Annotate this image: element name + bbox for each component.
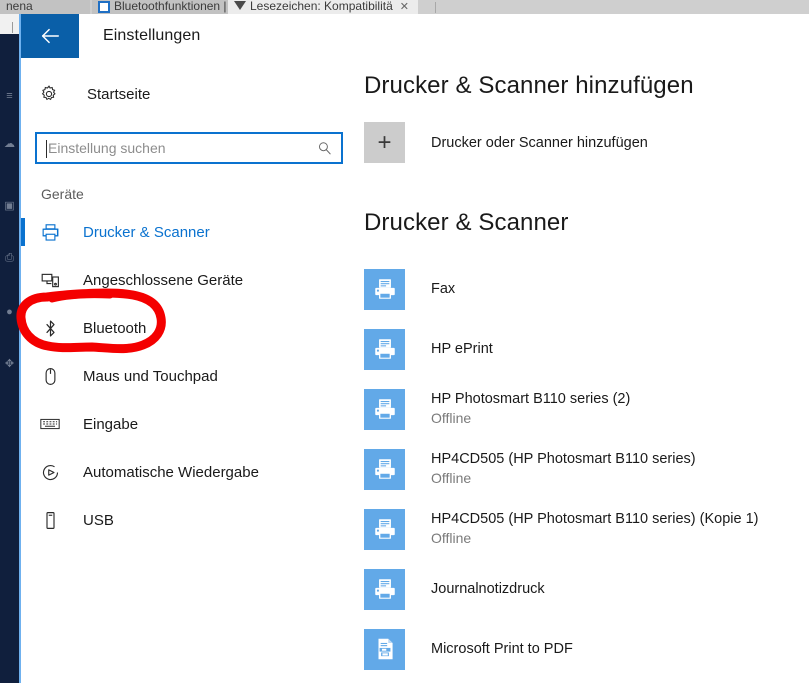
printer-tile-icon: [364, 388, 405, 430]
list-item[interactable]: HP ePrint: [364, 319, 809, 379]
back-arrow-icon: [41, 28, 59, 44]
list-item-text: Fax: [431, 280, 455, 299]
close-icon[interactable]: ✕: [400, 0, 409, 13]
list-item[interactable]: HP Photosmart B110 series (2) Offline: [364, 379, 809, 439]
list-item[interactable]: Microsoft Print to PDF: [364, 619, 809, 679]
page-title: Einstellungen: [103, 27, 201, 44]
bookmark-page-icon: [234, 1, 246, 13]
add-printer-heading: Drucker & Scanner hinzufügen: [364, 72, 694, 99]
back-button[interactable]: [21, 14, 79, 58]
sidebar-item-usb[interactable]: USB: [21, 496, 357, 544]
plus-icon: +: [364, 122, 405, 163]
list-item-text: Microsoft Print to PDF: [431, 640, 573, 659]
connected-devices-icon: [39, 269, 61, 291]
search-input[interactable]: [37, 134, 341, 162]
main-content: Drucker & Scanner hinzufügen + Drucker o…: [357, 58, 809, 683]
sidebar-section-label: Geräte: [41, 186, 84, 202]
bluetooth-icon: [39, 317, 61, 339]
browser-tab-strip: nena Bluetoothfunktionen | Wi... ✕ Lesez…: [0, 0, 809, 14]
device-name: HP ePrint: [431, 340, 493, 357]
browser-tab-partial-label: nena: [6, 0, 33, 13]
search-box[interactable]: [35, 132, 343, 164]
browser-tab-bookmarks-label: Lesezeichen: Kompatibilitä: [250, 0, 393, 13]
device-name: HP Photosmart B110 series (2): [431, 391, 631, 407]
sidebar-item-bluetooth[interactable]: Bluetooth: [21, 304, 357, 352]
menu-icon[interactable]: ≡: [3, 90, 16, 103]
background-app-rail: ≡ ☁ ▣ ⎙ ● ✥: [0, 14, 19, 683]
sidebar-item-usb-label: USB: [83, 511, 114, 529]
sidebar-item-printers-scanners-label: Drucker & Scanner: [83, 223, 210, 241]
list-item-text: HP ePrint: [431, 340, 493, 359]
browser-tab-partial[interactable]: nena: [0, 0, 90, 14]
browser-tab-bookmarks[interactable]: Lesezeichen: Kompatibilitä ✕: [228, 0, 418, 14]
browser-tab-bluetooth-label: Bluetoothfunktionen | Wi...: [114, 0, 230, 13]
list-item-text: Journalnotizdruck: [431, 580, 545, 599]
usb-icon: [39, 509, 61, 531]
sidebar-item-home-label: Startseite: [87, 85, 151, 103]
sidebar-item-connected-devices[interactable]: Angeschlossene Geräte: [21, 256, 357, 304]
sidebar-item-typing[interactable]: Eingabe: [21, 400, 357, 448]
search-text-cursor: [46, 140, 47, 158]
sidebar-item-connected-devices-label: Angeschlossene Geräte: [83, 271, 244, 289]
device-name: Microsoft Print to PDF: [431, 640, 573, 657]
sidebar-item-home[interactable]: Startseite: [21, 74, 357, 114]
device-icon[interactable]: ⎙: [3, 252, 16, 265]
screenshot-root: nena Bluetoothfunktionen | Wi... ✕ Lesez…: [0, 0, 809, 683]
box-icon[interactable]: ▣: [3, 200, 16, 213]
list-item-text: HP4CD505 (HP Photosmart B110 series) Off…: [431, 450, 696, 488]
printer-tile-icon: [364, 508, 405, 550]
puzzle-icon[interactable]: ✥: [3, 358, 16, 371]
settings-window: Einstellungen Startseite Einstellung suc…: [21, 14, 809, 683]
device-name: Journalnotizdruck: [431, 580, 545, 597]
circle-icon[interactable]: ●: [3, 306, 16, 319]
list-item[interactable]: Journalnotizdruck: [364, 559, 809, 619]
device-name: HP4CD505 (HP Photosmart B110 series): [431, 451, 696, 467]
pdf-printer-tile-icon: [364, 628, 405, 670]
sidebar-item-autoplay-label: Automatische Wiedergabe: [83, 463, 259, 481]
mouse-icon: [39, 365, 61, 387]
list-item-text: HP Photosmart B110 series (2) Offline: [431, 390, 630, 428]
add-printer-button-label: Drucker oder Scanner hinzufügen: [431, 134, 648, 151]
list-item[interactable]: HP4CD505 (HP Photosmart B110 series) Off…: [364, 439, 809, 499]
printer-tile-icon: [364, 328, 405, 370]
printers-list-heading: Drucker & Scanner: [364, 209, 569, 236]
rail-text-cursor: [12, 22, 13, 33]
printer-icon: [39, 221, 61, 243]
sidebar-item-printers-scanners[interactable]: Drucker & Scanner: [21, 208, 357, 256]
device-name: HP4CD505 (HP Photosmart B110 series) (Ko…: [431, 511, 759, 527]
rail-top-blank: [0, 14, 19, 34]
search-icon[interactable]: [316, 140, 333, 157]
status-badge: Offline: [431, 530, 472, 546]
printer-tile-icon: [364, 568, 405, 610]
list-item[interactable]: HP4CD505 (HP Photosmart B110 series) (Ko…: [364, 499, 809, 559]
cloud-icon[interactable]: ☁: [3, 138, 16, 151]
status-badge: Offline: [431, 470, 472, 486]
list-item[interactable]: Fax: [364, 259, 809, 319]
sidebar-item-bluetooth-label: Bluetooth: [83, 319, 147, 337]
keyboard-icon: [39, 413, 61, 435]
sidebar-item-typing-label: Eingabe: [83, 415, 139, 433]
sidebar-item-mouse-touchpad[interactable]: Maus und Touchpad: [21, 352, 357, 400]
printer-tile-icon: [364, 268, 405, 310]
settings-titlebar: Einstellungen: [21, 14, 809, 58]
bluetooth-page-icon: [98, 1, 110, 13]
sidebar-item-mouse-touchpad-label: Maus und Touchpad: [83, 367, 218, 385]
autoplay-icon: [39, 461, 61, 483]
sidebar-item-autoplay[interactable]: Automatische Wiedergabe: [21, 448, 357, 496]
settings-nav: Startseite Geräte: [21, 58, 357, 683]
printer-tile-icon: [364, 448, 405, 490]
add-printer-button[interactable]: + Drucker oder Scanner hinzufügen: [364, 122, 809, 163]
tabstrip-divider: [435, 2, 436, 13]
device-name: Fax: [431, 280, 456, 297]
list-item-text: HP4CD505 (HP Photosmart B110 series) (Ko…: [431, 510, 758, 548]
status-badge: Offline: [431, 410, 472, 426]
gear-icon: [41, 85, 56, 101]
